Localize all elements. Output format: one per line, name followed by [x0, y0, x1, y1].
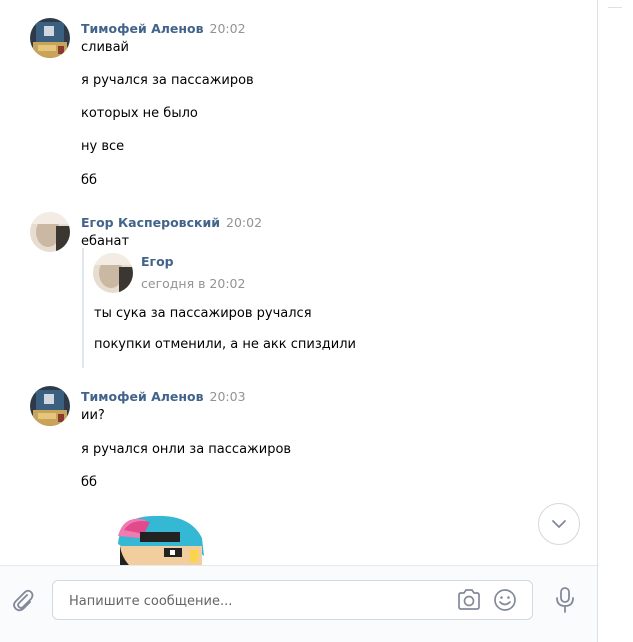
message-text: которых не было — [81, 106, 198, 121]
author-name[interactable]: Егор Касперовский — [81, 215, 220, 230]
avatar[interactable] — [30, 18, 70, 58]
message-input[interactable] — [67, 581, 441, 621]
emoji-button[interactable] — [493, 588, 517, 612]
author-name[interactable]: Тимофей Аленов — [81, 389, 204, 404]
paperclip-icon — [13, 589, 34, 612]
scroll-down-button[interactable] — [538, 503, 580, 545]
message-header: Егор Касперовский 20:02 — [81, 215, 262, 231]
message-text: я ручался за пассажиров — [81, 73, 254, 88]
message-text: бб — [81, 173, 98, 188]
message-composer — [0, 565, 597, 642]
forwarded-author[interactable]: Егор — [141, 254, 174, 269]
avatar[interactable] — [30, 386, 70, 426]
microphone-icon — [556, 587, 574, 613]
message-input-box — [52, 580, 533, 621]
forwarded-text: покупки отменили, а не акк спиздили — [94, 337, 356, 352]
message-time[interactable]: 20:03 — [210, 389, 246, 404]
right-column — [598, 0, 633, 642]
forwarded-avatar[interactable] — [93, 253, 133, 293]
forwarded-text: ты сука за пассажиров ручался — [94, 306, 312, 321]
message-text: ии? — [81, 408, 105, 423]
divider — [608, 7, 622, 8]
message-text: ебанат — [81, 234, 130, 249]
camera-button[interactable] — [456, 588, 482, 612]
message-time[interactable]: 20:02 — [210, 21, 246, 36]
forwarded-date[interactable]: сегодня в 20:02 — [141, 276, 245, 291]
smile-icon — [494, 589, 516, 611]
author-name[interactable]: Тимофей Аленов — [81, 21, 204, 36]
message-header: Тимофей Аленов 20:03 — [81, 389, 246, 405]
message-text: сливай — [81, 40, 129, 55]
sticker-image[interactable] — [110, 510, 210, 570]
avatar[interactable] — [30, 212, 70, 252]
attach-button[interactable] — [10, 587, 36, 613]
message-text: ну все — [81, 139, 125, 154]
voice-message-button[interactable] — [553, 586, 577, 614]
message-header: Тимофей Аленов 20:02 — [81, 21, 246, 37]
message-time[interactable]: 20:02 — [226, 215, 262, 230]
forwarded-message: Егор сегодня в 20:02 ты сука за пассажир… — [82, 248, 484, 368]
message-text: я ручался онли за пассажиров — [81, 442, 292, 457]
message-text: бб — [81, 475, 98, 490]
chevron-down-icon — [552, 520, 566, 528]
chat-panel: Тимофей Аленов 20:02 сливай я ручался за … — [0, 0, 598, 642]
camera-icon — [458, 589, 480, 610]
